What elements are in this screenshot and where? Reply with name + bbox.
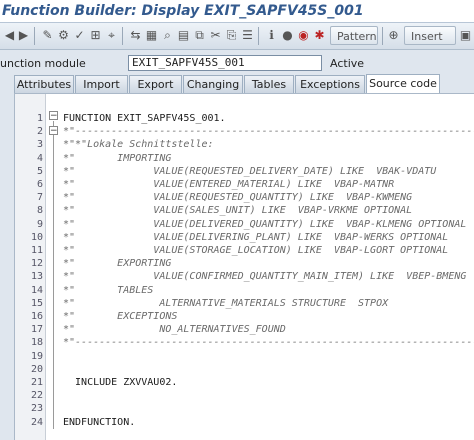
tab-changing[interactable]: Changing (183, 75, 243, 93)
source-code-editor[interactable]: − − 1 FUNCTION EXIT_SAPFV45S_001. 2 *"-----… (14, 93, 474, 440)
object-list-icon[interactable]: ⊞ (88, 27, 103, 43)
breakpoint-icon[interactable]: ● (280, 27, 295, 43)
function-module-row: unction module EXIT_SAPFV45S_001 Active (0, 55, 474, 72)
function-module-label: unction module (0, 57, 86, 70)
tab-tables[interactable]: Tables (244, 75, 294, 93)
navigate-icon[interactable]: ⇆ (128, 27, 143, 43)
code-line[interactable]: *"--------------------------------------… (63, 335, 474, 350)
pattern-button[interactable]: Pattern (330, 26, 378, 45)
application-toolbar: ◀ ▶ ✎ ⚙ ✓ ⊞ ⌖ ⇆ ▦ ⌕ ▤ ⧉ ✂ ⎘ ☰ ℹ ● ◉ ✱ Pa… (0, 22, 474, 50)
fold-toggle-icon[interactable]: − (49, 126, 58, 136)
insert-button[interactable]: Insert (404, 26, 456, 45)
check-icon[interactable]: ✓ (72, 27, 87, 43)
tab-export[interactable]: Export (129, 75, 182, 93)
back-arrow-icon[interactable]: ◀ (2, 27, 17, 43)
activate-icon[interactable]: ⚙ (56, 27, 71, 43)
code-line[interactable]: INCLUDE ZXVVAU02. (63, 375, 177, 390)
tab-source-code[interactable]: Source code (366, 74, 440, 94)
toolbar-separator (258, 27, 259, 45)
tab-import[interactable]: Import (75, 75, 128, 93)
where-used-icon[interactable]: ⌖ (104, 27, 119, 43)
pretty-printer-icon[interactable]: ▦ (144, 27, 159, 43)
info-icon[interactable]: ℹ (264, 27, 279, 43)
tab-attributes[interactable]: Attributes (14, 75, 74, 93)
cut-icon[interactable]: ✂ (208, 27, 223, 43)
code-line[interactable]: ENDFUNCTION. (63, 415, 135, 430)
watchpoint-icon[interactable]: ◉ (296, 27, 311, 43)
display-change-icon[interactable]: ✎ (40, 27, 55, 43)
function-module-field[interactable]: EXIT_SAPFV45S_001 (128, 55, 322, 71)
status-text: Active (330, 57, 365, 70)
tab-exceptions[interactable]: Exceptions (295, 75, 365, 93)
insert-statement-icon[interactable]: ▤ (176, 27, 191, 43)
fold-toggle-icon[interactable]: − (49, 111, 58, 121)
paste-icon[interactable]: ⎘ (224, 27, 239, 43)
fold-guide (53, 121, 54, 429)
forward-arrow-icon[interactable]: ▶ (16, 27, 31, 43)
line-number: 24 (30, 416, 43, 428)
more-icon[interactable]: ▣ (458, 27, 473, 43)
find-icon[interactable]: ⌕ (160, 27, 175, 43)
toolbar-separator (382, 27, 383, 45)
window-title: Function Builder: Display EXIT_SAPFV45S_… (0, 0, 474, 22)
enhance-icon[interactable]: ✱ (312, 27, 327, 43)
toolbar-separator (34, 27, 35, 45)
toolbar-separator (122, 27, 123, 45)
tab-strip: Attributes Import Export Changing Tables… (0, 74, 474, 94)
stack-icon[interactable]: ☰ (240, 27, 255, 43)
insert-icon[interactable]: ⊕ (386, 27, 401, 43)
copy-icon[interactable]: ⧉ (192, 27, 207, 43)
